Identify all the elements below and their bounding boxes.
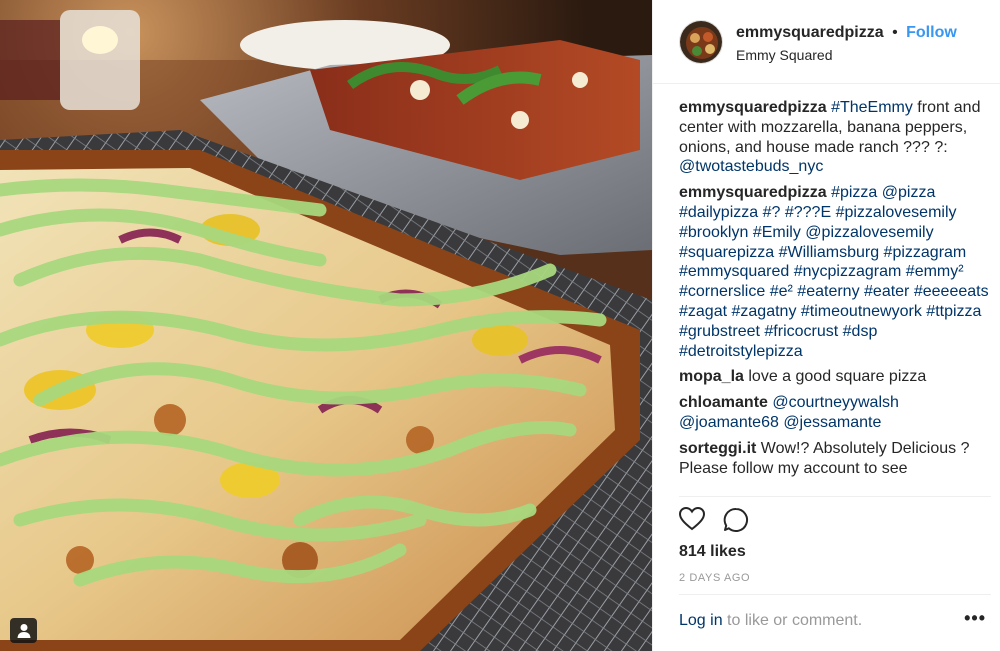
comment-item: mopa_la love a good square pizza — [679, 367, 989, 387]
post-header: emmysquaredpizza • Follow Emmy Squared — [653, 0, 1000, 84]
comment-link[interactable]: #timeoutnewyork — [801, 303, 922, 320]
comment-link[interactable]: @joamante68 — [679, 414, 779, 431]
comment-username[interactable]: emmysquaredpizza — [679, 184, 827, 201]
comment-link[interactable]: #fricocrust — [764, 323, 838, 340]
comment-text: love a good square pizza — [743, 368, 927, 386]
comment-link[interactable]: #pizzalovesemily — [836, 204, 957, 221]
comments-list: emmysquaredpizza #TheEmmy front and cent… — [679, 98, 989, 484]
comment-text — [877, 323, 881, 340]
post-detail-panel: emmysquaredpizza • Follow Emmy Squared e… — [652, 0, 1000, 651]
comment-link[interactable]: @pizza — [882, 184, 936, 201]
comment-icon[interactable] — [723, 507, 749, 533]
comment-link[interactable]: #? — [763, 204, 781, 221]
comment-text: : — [943, 138, 953, 156]
comment-link[interactable]: #pizza — [831, 184, 877, 201]
comment-link[interactable]: #e² — [770, 283, 793, 300]
comment-link[interactable]: #cornerslice — [679, 283, 765, 300]
comment-link[interactable]: #eater — [864, 283, 909, 300]
comment-item: emmysquaredpizza #TheEmmy front and cent… — [679, 98, 989, 177]
divider — [679, 496, 991, 497]
comment-link[interactable]: #brooklyn — [679, 224, 748, 241]
comment-link[interactable]: #emmy² — [906, 263, 964, 280]
post-photo[interactable] — [0, 0, 652, 651]
login-link[interactable]: Log in — [679, 612, 723, 629]
comment-link[interactable]: #grubstreet — [679, 323, 760, 340]
comment-item: chloamante @courtneyywalsh @joamante68 @… — [679, 393, 989, 433]
comment-link[interactable]: @pizzalovesemily — [805, 224, 933, 241]
comment-link[interactable]: #Emily — [753, 224, 801, 241]
comment-link[interactable]: #dsp — [843, 323, 878, 340]
comment-username[interactable]: mopa_la — [679, 368, 744, 385]
comment-text — [957, 204, 961, 221]
comment-username[interactable]: sorteggi.it — [679, 440, 756, 457]
likes-count[interactable]: 814 likes — [679, 543, 746, 561]
comment-link[interactable]: #dailypizza — [679, 204, 758, 221]
comment-username[interactable]: emmysquaredpizza — [679, 99, 827, 116]
more-options-icon[interactable]: ••• — [964, 608, 986, 629]
comment-username[interactable]: chloamante — [679, 394, 768, 411]
comment-link[interactable]: #zagatny — [732, 303, 797, 320]
separator-dot: • — [892, 24, 898, 41]
login-prompt-text: to like or comment. — [722, 612, 863, 629]
avatar[interactable] — [679, 20, 723, 64]
comment-text — [934, 224, 938, 241]
comment-item: sorteggi.it Wow!? Absolutely Delicious ?… — [679, 439, 989, 479]
comment-link[interactable]: #TheEmmy — [831, 99, 913, 116]
pizza-photo-illustration — [0, 0, 652, 651]
comment-text — [966, 244, 970, 261]
comment-text — [989, 283, 993, 300]
comment-link[interactable]: #zagat — [679, 303, 727, 320]
comment-link[interactable]: #eeeeeats — [914, 283, 989, 300]
comment-link[interactable]: #Williamsburg — [779, 244, 879, 261]
comment-link[interactable]: #detroitstylepizza — [679, 343, 803, 360]
comment-link[interactable]: #emmysquared — [679, 263, 789, 280]
comment-text — [899, 394, 903, 411]
comment-link[interactable]: #pizzagram — [884, 244, 967, 261]
comment-link[interactable]: @jessamante — [783, 414, 881, 431]
comment-link[interactable]: @courtneyywalsh — [772, 394, 899, 411]
follow-button[interactable]: Follow — [906, 24, 957, 41]
comment-text — [964, 263, 968, 280]
username-row: emmysquaredpizza • Follow — [736, 23, 957, 43]
comment-text — [981, 303, 985, 320]
comment-link[interactable]: @twotastebuds_nyc — [679, 158, 823, 175]
comment-text: ??? — [903, 138, 930, 156]
login-prompt: Log in to like or comment. — [679, 612, 862, 630]
avatar-image — [680, 21, 722, 63]
comment-link[interactable]: #nycpizzagram — [794, 263, 902, 280]
comment-link[interactable]: #???E — [785, 204, 831, 221]
comment-link[interactable]: #eaterny — [797, 283, 859, 300]
post-username[interactable]: emmysquaredpizza — [736, 24, 884, 41]
post-date: 2 DAYS AGO — [679, 572, 751, 584]
comment-link[interactable]: #ttpizza — [926, 303, 981, 320]
heart-icon[interactable] — [679, 507, 705, 531]
comment-text: ? — [934, 138, 944, 156]
divider — [679, 594, 991, 595]
comment-item: emmysquaredpizza #pizza @pizza #dailypiz… — [679, 183, 989, 361]
user-tag-icon — [17, 624, 30, 638]
comment-link[interactable]: #squarepizza — [679, 244, 774, 261]
action-bar — [679, 507, 749, 535]
location-link[interactable]: Emmy Squared — [736, 46, 832, 64]
tagged-users-button[interactable] — [10, 618, 37, 643]
comment-text — [935, 184, 939, 201]
